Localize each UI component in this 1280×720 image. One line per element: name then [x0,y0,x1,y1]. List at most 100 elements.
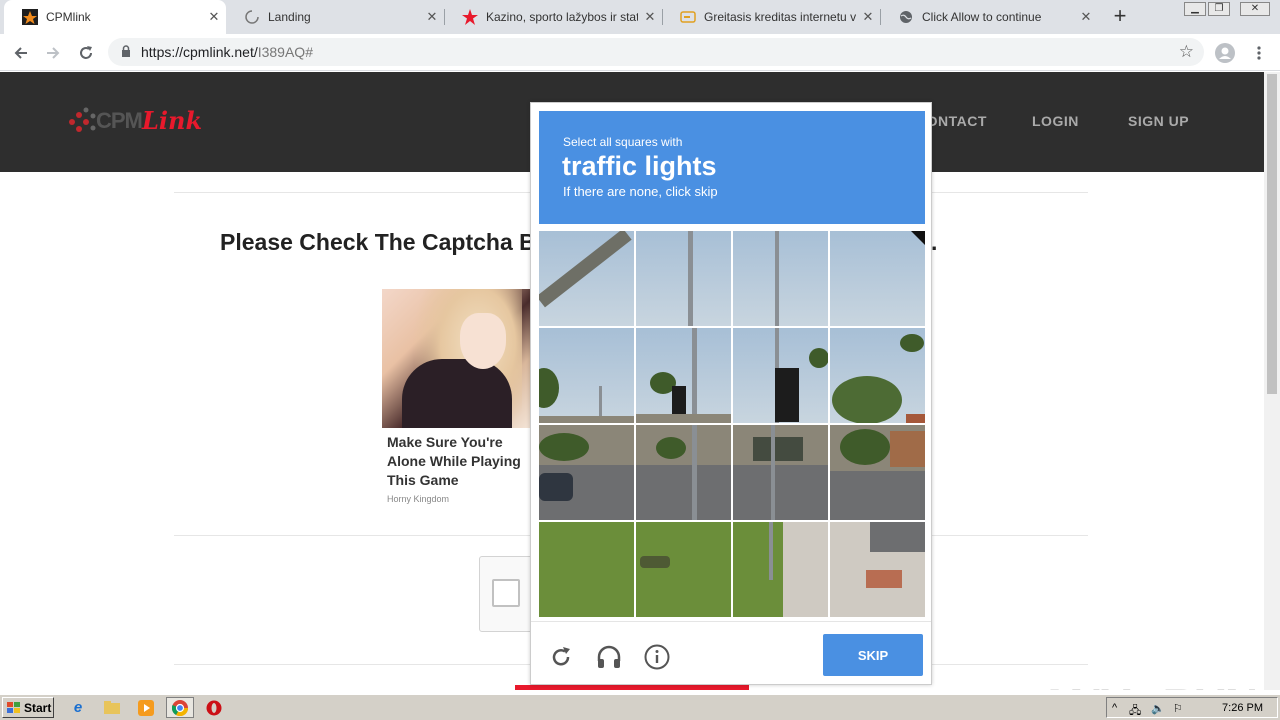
close-window-button[interactable]: ✕ [1240,2,1270,16]
logo-text-link: Link [142,106,203,135]
tab-title: Landing [268,10,311,24]
tab-click-allow[interactable]: Click Allow to continue ✕ [880,0,1098,34]
lock-icon [121,45,131,63]
captcha-tile[interactable] [636,522,731,617]
captcha-tile[interactable] [733,425,828,520]
tray-expand-icon[interactable]: ^ [1112,702,1117,714]
start-button[interactable]: Start [2,697,54,718]
tab-kazino[interactable]: Kazino, sporto lažybos ir statym ✕ [444,0,662,34]
captcha-tile[interactable] [636,231,731,326]
globe-icon [898,9,914,25]
red-banner[interactable] [515,685,749,690]
tab-title: Kazino, sporto lažybos ir statym [486,10,638,24]
tab-strip: CPMlink ✕ Landing ✕ Kazino, sporto lažyb… [0,0,1280,34]
forward-arrow-icon [47,47,60,59]
tab-title: Click Allow to continue [922,10,1042,24]
tab-title: CPMlink [46,10,91,24]
minimize-button[interactable]: ▁ [1184,2,1206,16]
menu-button[interactable] [1246,40,1272,66]
close-tab-icon[interactable]: ✕ [1074,9,1098,25]
flag-icon[interactable]: ⚐ [1173,702,1183,715]
back-arrow-icon [14,47,27,59]
ad-caption[interactable]: Make Sure You're Alone While Playing Thi… [387,433,532,490]
kebab-menu-icon [1257,46,1261,60]
ad-card[interactable]: Make Sure You're Alone While Playing Thi… [382,289,532,504]
captcha-tile[interactable] [539,328,634,423]
browser-toolbar: https://cpmlink.net/I389AQ# ☆ [0,34,1280,71]
close-tab-icon[interactable]: ✕ [638,9,662,25]
captcha-instruction-line3: If there are none, click skip [563,184,718,199]
nav-signup[interactable]: SIGN UP [1128,113,1189,129]
close-tab-icon[interactable]: ✕ [202,9,226,25]
captcha-instruction-line1: Select all squares with [563,135,683,149]
logo-text-cpm: CPM [96,108,143,133]
recaptcha-checkbox[interactable] [492,579,520,607]
nav-login[interactable]: LOGIN [1032,113,1079,129]
chrome-taskbar-icon[interactable] [166,697,194,718]
captcha-tile[interactable] [539,231,634,326]
tab-cpmlink[interactable]: CPMlink ✕ [4,0,226,34]
address-bar[interactable]: https://cpmlink.net/I389AQ# ☆ [108,38,1204,66]
captcha-tile[interactable] [733,328,828,423]
start-label: Start [24,700,52,715]
forward-button[interactable] [40,40,66,66]
back-button[interactable] [8,40,34,66]
captcha-tile[interactable] [733,231,828,326]
ad-source: Horny Kingdom [387,494,450,504]
captcha-challenge: Select all squares with traffic lights I… [530,102,932,685]
url-text: https://cpmlink.net/I389AQ# [141,44,313,60]
reload-challenge-button[interactable] [547,643,575,671]
headphones-icon [597,645,621,668]
captcha-target-label: traffic lights [562,151,717,181]
restore-button[interactable]: ❐ [1208,2,1230,16]
bookmark-star-icon[interactable]: ☆ [1179,42,1194,62]
captcha-tile[interactable] [830,328,925,423]
reload-button[interactable] [73,40,99,66]
captcha-instructions: Select all squares with traffic lights I… [539,111,925,224]
logo-mark-icon [69,107,96,132]
captcha-tile[interactable] [636,328,731,423]
page-scrollbar[interactable] [1264,72,1280,690]
tab-landing[interactable]: Landing ✕ [226,0,444,34]
system-tray: ^ 🖧 🔈 ⚐ 7:26 PM [1106,697,1278,718]
captcha-tile[interactable] [830,425,925,520]
tab-title: Greitasis kreditas internetu vos [704,10,856,24]
star-favicon-icon [22,9,38,25]
anyrun-watermark: ANY▷RUN [1038,678,1258,690]
ie-icon[interactable]: e [64,697,92,718]
profile-button[interactable] [1212,40,1238,66]
ad-image[interactable] [382,289,532,428]
reload-icon [80,46,92,59]
captcha-image-grid [539,231,925,617]
clock: 7:26 PM [1222,702,1263,714]
reload-icon [552,647,570,666]
captcha-tile[interactable] [830,231,925,326]
skip-button[interactable]: SKIP [823,634,923,676]
windows-logo-icon [7,701,20,713]
loading-spinner-icon [244,9,260,25]
info-icon [644,644,670,670]
close-tab-icon[interactable]: ✕ [420,9,444,25]
volume-icon[interactable]: 🔈 [1151,702,1165,715]
media-player-icon[interactable] [132,697,160,718]
windows-taskbar: Start e ^ 🖧 🔈 ⚐ 7:26 PM [0,694,1280,720]
cpmlink-logo[interactable]: CPM Link [66,102,206,142]
help-button[interactable] [643,643,671,671]
captcha-tile[interactable] [733,522,828,617]
network-icon[interactable]: 🖧 [1129,702,1141,720]
audio-challenge-button[interactable] [595,643,623,671]
new-tab-button[interactable]: + [1108,4,1132,28]
tab-greitasis[interactable]: Greitasis kreditas internetu vos ✕ [662,0,880,34]
captcha-tile[interactable] [636,425,731,520]
scrollbar-thumb[interactable] [1267,74,1277,394]
folder-icon[interactable] [98,697,126,718]
avatar-icon [1215,43,1235,63]
credit-card-icon [680,9,696,25]
captcha-tile[interactable] [539,425,634,520]
opera-icon[interactable] [200,697,228,718]
close-tab-icon[interactable]: ✕ [856,9,880,25]
captcha-tile[interactable] [830,522,925,617]
red-star-icon [462,9,478,25]
captcha-footer: SKIP [531,621,931,684]
captcha-tile[interactable] [539,522,634,617]
